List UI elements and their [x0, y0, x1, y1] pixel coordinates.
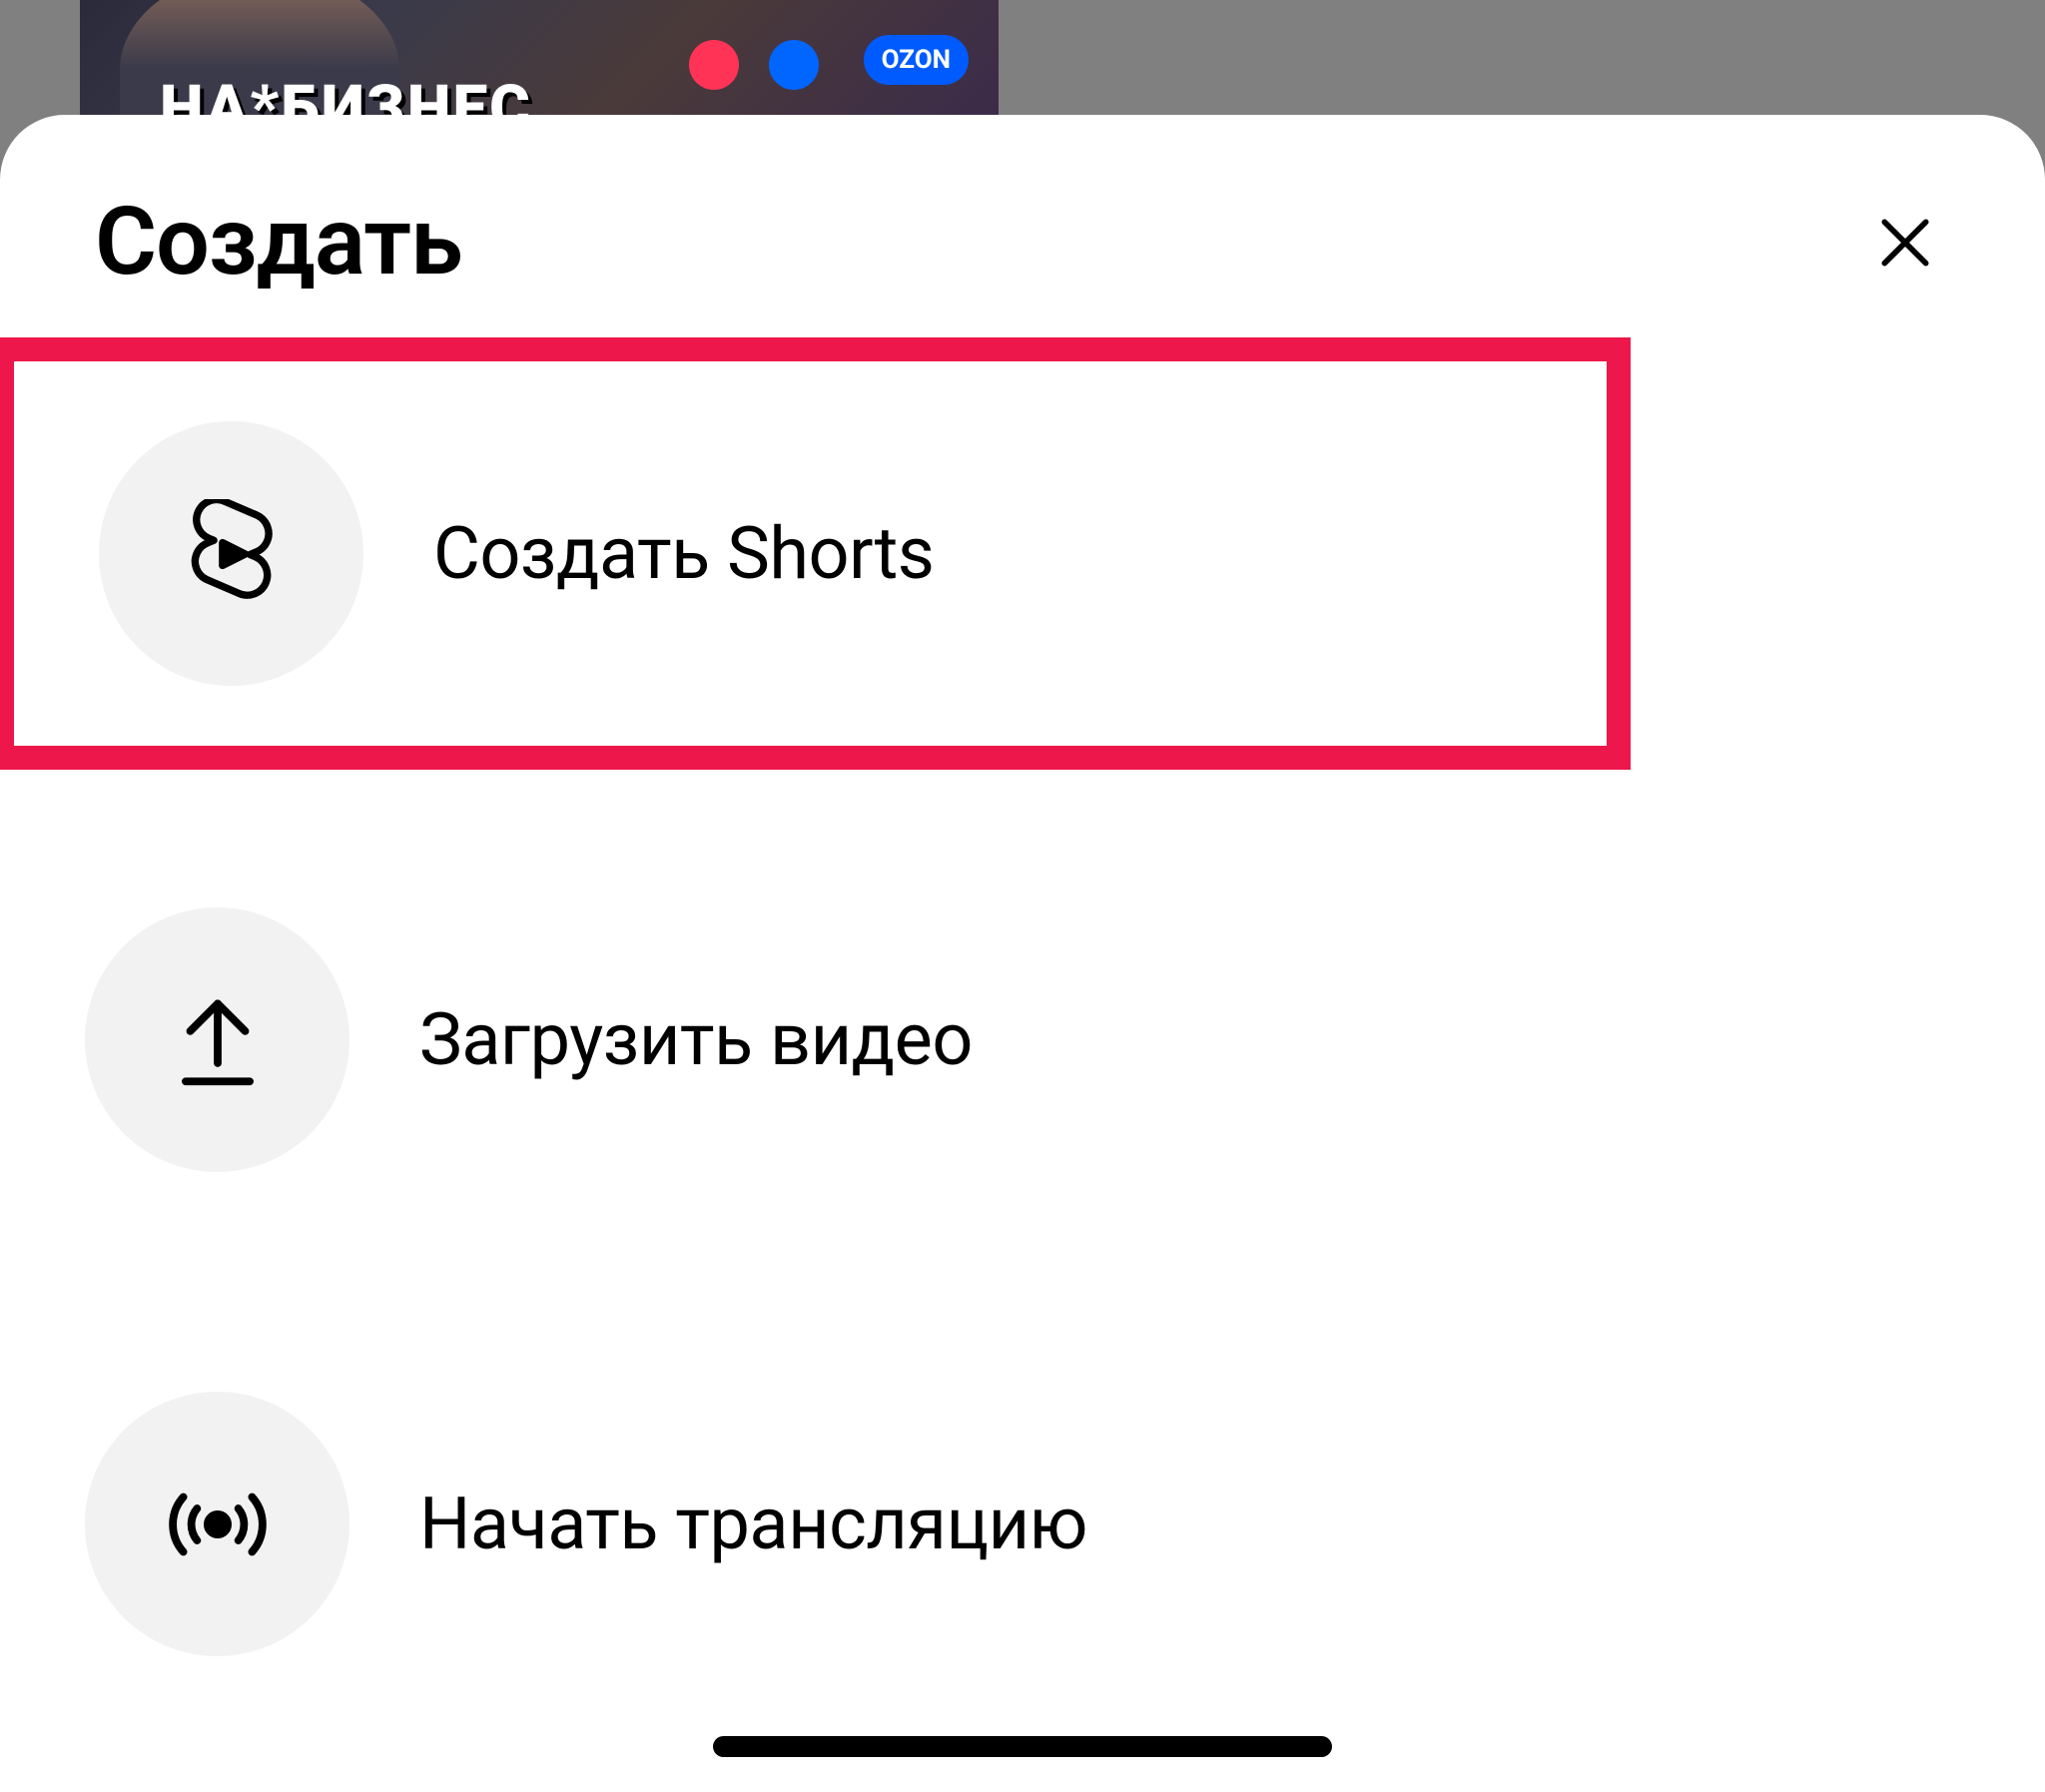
option-icon-wrapper — [99, 421, 363, 686]
create-shorts-label: Создать Shorts — [433, 511, 934, 596]
option-icon-wrapper — [85, 907, 349, 1172]
go-live-option[interactable]: Начать трансляцию — [0, 1282, 2045, 1766]
shorts-icon — [177, 499, 287, 609]
home-indicator[interactable] — [713, 1736, 1332, 1757]
create-shorts-option[interactable]: Создать Shorts — [14, 421, 1607, 686]
upload-video-label: Загрузить видео — [419, 997, 973, 1082]
create-options-list: Создать Shorts Загрузить видео — [0, 337, 2045, 1766]
option-icon-wrapper — [85, 1392, 349, 1656]
upload-icon — [163, 985, 273, 1095]
sheet-header: Создать — [0, 115, 2045, 337]
close-button[interactable] — [1865, 203, 1945, 283]
upload-video-option[interactable]: Загрузить видео — [0, 798, 2045, 1282]
highlight-annotation: Создать Shorts — [0, 337, 1631, 770]
create-bottom-sheet: Создать Создать Shorts — [0, 115, 2045, 1792]
ozon-badge: OZON — [864, 35, 969, 85]
go-live-label: Начать трансляцию — [419, 1482, 1087, 1566]
sheet-title: Создать — [95, 187, 462, 298]
close-icon — [1874, 212, 1936, 274]
live-broadcast-icon — [163, 1470, 273, 1579]
